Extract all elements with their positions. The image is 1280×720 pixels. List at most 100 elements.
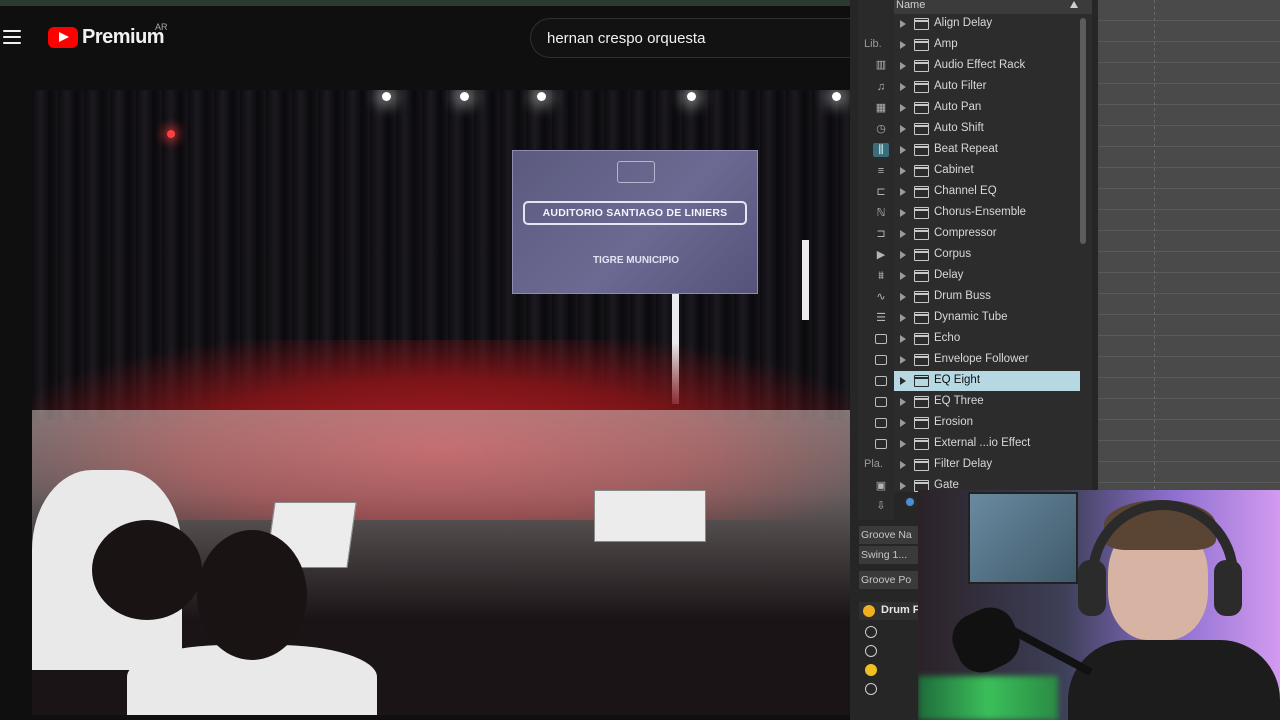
browser-item[interactable]: Auto Pan — [894, 98, 1080, 118]
browser-item[interactable]: Chorus-Ensemble — [894, 203, 1080, 223]
arrangement-view[interactable] — [1098, 0, 1280, 490]
box-icon[interactable] — [873, 437, 889, 451]
sort-ascending-icon[interactable] — [1070, 1, 1078, 8]
stage-spotlight — [537, 92, 546, 101]
swing-field[interactable]: Swing 1... — [859, 546, 921, 564]
browser-item[interactable]: Erosion — [894, 413, 1080, 433]
video-player[interactable]: AUDITORIO SANTIAGO DE LINIERS TIGRE MUNI… — [32, 90, 850, 715]
midi-effects-icon[interactable]: ≡ — [873, 164, 889, 178]
browser-item[interactable]: Corpus — [894, 245, 1080, 265]
browser-item[interactable]: Envelope Follower — [894, 350, 1080, 370]
folder-icon — [914, 81, 929, 93]
browser-item[interactable]: Channel EQ — [894, 182, 1080, 202]
expand-triangle-icon[interactable] — [900, 209, 906, 217]
folder-icon — [914, 438, 929, 450]
folder-icon[interactable]: ▣ — [873, 479, 889, 493]
browser-item[interactable]: Dynamic Tube — [894, 308, 1080, 328]
music-stand — [594, 490, 706, 542]
browser-item[interactable]: Echo — [894, 329, 1080, 349]
download-icon[interactable]: ⇩ — [873, 499, 889, 513]
expand-triangle-icon[interactable] — [900, 251, 906, 259]
name-column-header[interactable]: Name — [894, 0, 1092, 14]
expand-triangle-icon[interactable] — [900, 293, 906, 301]
expand-triangle-icon[interactable] — [900, 188, 906, 196]
browser-item[interactable]: Auto Filter — [894, 77, 1080, 97]
expand-triangle-icon[interactable] — [900, 62, 906, 70]
clock-icon[interactable]: ◷ — [873, 122, 889, 136]
library-category-icon[interactable]: ▥ — [873, 58, 889, 72]
expand-triangle-icon[interactable] — [900, 146, 906, 154]
browser-item[interactable]: Compressor — [894, 224, 1080, 244]
expand-triangle-icon[interactable] — [900, 167, 906, 175]
plugins-icon[interactable]: ⊏ — [873, 185, 889, 199]
list-icon[interactable] — [865, 683, 877, 695]
waveform-icon[interactable]: ⩩ — [873, 269, 889, 283]
browser-scrollbar[interactable] — [1080, 18, 1086, 244]
box-icon[interactable] — [873, 395, 889, 409]
stage-spotlight — [832, 92, 841, 101]
fold-icon[interactable] — [865, 645, 877, 657]
expand-triangle-icon[interactable] — [900, 20, 906, 28]
expand-triangle-icon[interactable] — [900, 419, 906, 427]
browser-item[interactable]: Audio Effect Rack — [894, 56, 1080, 76]
browser-item[interactable]: Amp — [894, 35, 1080, 55]
expand-triangle-icon[interactable] — [900, 482, 906, 490]
browser-item[interactable]: Cabinet — [894, 161, 1080, 181]
groove-pool-label[interactable]: Groove Po — [859, 571, 921, 589]
expand-triangle-icon[interactable] — [900, 356, 906, 364]
groove-name-field[interactable]: Groove Na — [859, 526, 921, 544]
solo-icon[interactable] — [865, 664, 877, 676]
power-icon[interactable] — [865, 626, 877, 638]
youtube-logo-icon[interactable] — [48, 27, 78, 48]
browser-item-label: Echo — [934, 332, 961, 344]
box-icon[interactable] — [873, 416, 889, 430]
audio-effects-icon[interactable]: ⫼ — [873, 143, 889, 157]
browser-item[interactable]: Auto Shift — [894, 119, 1080, 139]
drum-track-header[interactable]: Drum F — [859, 602, 921, 620]
browser-item[interactable]: EQ Three — [894, 392, 1080, 412]
brand-label[interactable]: Premium — [82, 26, 165, 49]
expand-triangle-icon[interactable] — [900, 104, 906, 112]
browser-item-label: Dynamic Tube — [934, 311, 1008, 323]
folder-icon — [914, 459, 929, 471]
box-icon[interactable] — [873, 374, 889, 388]
wave-icon[interactable]: ∿ — [873, 290, 889, 304]
expand-triangle-icon[interactable] — [900, 230, 906, 238]
grid-icon[interactable]: ▦ — [873, 101, 889, 115]
expand-triangle-icon[interactable] — [900, 125, 906, 133]
browser-item[interactable]: Filter Delay — [894, 455, 1080, 475]
expand-triangle-icon[interactable] — [900, 314, 906, 322]
country-code: AR — [155, 22, 168, 32]
library-label: Lib. — [864, 38, 882, 50]
light-stand — [802, 240, 809, 320]
expand-triangle-icon[interactable] — [900, 440, 906, 448]
music-note-icon[interactable]: ♫ — [873, 80, 889, 94]
sliders-icon[interactable]: ☰ — [873, 311, 889, 325]
box-icon[interactable] — [873, 353, 889, 367]
samples-icon[interactable]: ⊐ — [873, 227, 889, 241]
expand-triangle-icon[interactable] — [900, 461, 906, 469]
browser-item[interactable]: Delay — [894, 266, 1080, 286]
browser-item-label: Audio Effect Rack — [934, 59, 1026, 71]
expand-triangle-icon[interactable] — [900, 398, 906, 406]
expand-triangle-icon[interactable] — [900, 272, 906, 280]
hot-swap-icon[interactable] — [904, 496, 916, 508]
expand-triangle-icon[interactable] — [900, 377, 906, 385]
search-input[interactable]: hernan crespo orquesta — [530, 18, 860, 58]
browser-item[interactable]: Beat Repeat — [894, 140, 1080, 160]
browser-item[interactable]: Align Delay — [894, 14, 1080, 34]
menu-icon[interactable] — [3, 30, 21, 44]
projection-screen: AUDITORIO SANTIAGO DE LINIERS TIGRE MUNI… — [512, 150, 758, 294]
clips-icon[interactable]: ℕ — [873, 206, 889, 220]
headphone-earcup — [1214, 560, 1242, 616]
expand-triangle-icon[interactable] — [900, 335, 906, 343]
box-icon[interactable] — [873, 332, 889, 346]
play-box-icon[interactable]: ▶ — [873, 248, 889, 262]
browser-item[interactable]: Drum Buss — [894, 287, 1080, 307]
browser-item[interactable]: External ...io Effect — [894, 434, 1080, 454]
track-activator-icon[interactable] — [863, 605, 875, 617]
folder-icon — [914, 165, 929, 177]
browser-item[interactable]: EQ Eight — [894, 371, 1080, 391]
expand-triangle-icon[interactable] — [900, 83, 906, 91]
expand-triangle-icon[interactable] — [900, 41, 906, 49]
